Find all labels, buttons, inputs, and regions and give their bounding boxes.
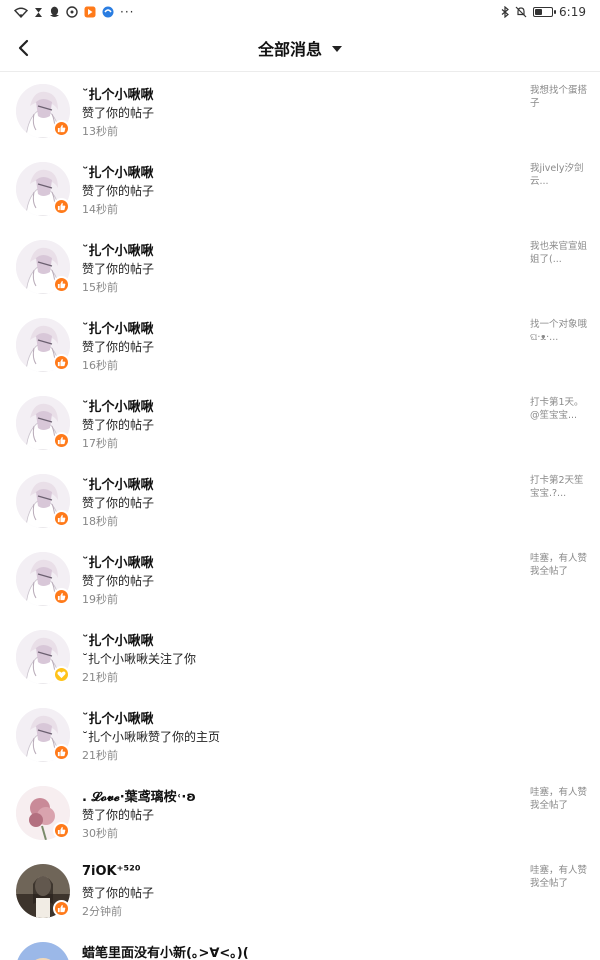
message-row[interactable]: ˘扎个小啾啾赞了你的帖子 13秒前 我想找个蛋搭子 <box>0 72 600 150</box>
user-name[interactable]: ˘扎个小啾啾 <box>82 240 154 259</box>
action-text: ˘扎个小啾啾赞了你的主页 <box>82 730 221 744</box>
user-name[interactable]: ˘扎个小啾啾 <box>82 162 154 181</box>
message-row[interactable]: 7iOK⁺⁵²⁰ 赞了你的帖子 2分钟前 哇塞，有人赞我全帖了 <box>0 852 600 930</box>
timestamp: 18秒前 <box>82 515 118 528</box>
post-preview[interactable]: 打卡第2天笙宝宝.?... <box>530 474 588 500</box>
user-name[interactable]: ˘扎个小啾啾 <box>82 630 154 649</box>
timestamp: 15秒前 <box>82 281 118 294</box>
user-name[interactable]: ˘扎个小啾啾 <box>82 552 154 571</box>
caret-down-icon <box>332 46 342 52</box>
battery-icon <box>533 7 557 17</box>
like-badge-icon <box>53 120 70 137</box>
action-text: 赞了你的帖子 <box>82 340 155 354</box>
wifi-icon <box>14 7 28 18</box>
message-row[interactable]: 蜡笔里面没有小新(｡>∀<｡)( <box>0 930 600 960</box>
message-row[interactable]: ˘扎个小啾啾赞了你的帖子 15秒前 我也来官宣姐姐了(... <box>0 228 600 306</box>
timestamp: 2分钟前 <box>82 905 122 918</box>
title-dropdown[interactable]: 全部消息 <box>0 24 600 72</box>
message-icon <box>66 6 78 18</box>
timestamp: 21秒前 <box>82 671 118 684</box>
follow-badge-icon <box>53 666 70 683</box>
like-badge-icon <box>53 432 70 449</box>
message-row[interactable]: ˘扎个小啾啾赞了你的帖子 16秒前 找一个对象哦ଘ·ᴥ·... <box>0 306 600 384</box>
timestamp: 19秒前 <box>82 593 118 606</box>
message-row[interactable]: ˘扎个小啾啾赞了你的帖子 17秒前 打卡第1天。@笙宝宝... <box>0 384 600 462</box>
timestamp: 13秒前 <box>82 125 118 138</box>
message-row[interactable]: . 𝓛𝓸𝓿𝓮·葉鸢璃桉˓·ʚ 赞了你的帖子 30秒前 哇塞，有人赞我全帖了 <box>0 774 600 852</box>
like-badge-icon <box>53 822 70 839</box>
action-text: 赞了你的帖子 <box>82 106 155 120</box>
action-text: 赞了你的帖子 <box>82 184 155 198</box>
qq-icon <box>49 6 60 18</box>
hourglass-icon <box>34 7 43 18</box>
action-text: 赞了你的帖子 <box>82 418 155 432</box>
action-text: 赞了你的帖子 <box>82 886 155 900</box>
action-text: 赞了你的帖子 <box>82 574 155 588</box>
user-name[interactable]: ˘扎个小啾啾 <box>82 474 154 493</box>
message-row[interactable]: ˘扎个小啾啾 ˘扎个小啾啾关注了你 21秒前 <box>0 618 600 696</box>
user-name[interactable]: . 𝓛𝓸𝓿𝓮·葉鸢璃桉˓·ʚ <box>82 786 196 805</box>
action-text: 赞了你的帖子 <box>82 262 155 276</box>
page-title: 全部消息 <box>257 40 322 59</box>
message-row[interactable]: ˘扎个小啾啾赞了你的帖子 18秒前 打卡第2天笙宝宝.?... <box>0 462 600 540</box>
overflow-dots: ··· <box>120 5 135 19</box>
status-bar: ··· 6:19 <box>0 0 600 24</box>
like-badge-icon <box>53 354 70 371</box>
post-preview[interactable]: 我jively汐剑云... <box>530 162 588 188</box>
action-text: ˘扎个小啾啾关注了你 <box>82 652 197 666</box>
post-preview[interactable]: 哇塞，有人赞我全帖了 <box>530 864 588 890</box>
message-list: ˘扎个小啾啾 赞了你的帖子 13秒前 我想找个蛋搭子 ˘扎个小啾啾 赞了你的帖子 14秒前我… <box>0 72 600 960</box>
status-time: 6:19 <box>559 5 586 19</box>
timestamp: 17秒前 <box>82 437 118 450</box>
user-name[interactable]: 7iOK⁺⁵²⁰ <box>82 864 141 879</box>
user-name[interactable]: ˘扎个小啾啾 <box>82 84 154 103</box>
timestamp: 14秒前 <box>82 203 118 216</box>
post-preview[interactable]: 找一个对象哦ଘ·ᴥ·... <box>530 318 588 344</box>
post-preview[interactable]: 哇塞，有人赞我全帖了 <box>530 552 588 578</box>
like-badge-icon <box>53 900 70 917</box>
user-name[interactable]: ˘扎个小啾啾 <box>82 318 154 337</box>
header: 全部消息 <box>0 24 600 72</box>
action-text: 赞了你的帖子 <box>82 496 155 510</box>
avatar[interactable] <box>16 942 70 960</box>
bluetooth-icon <box>501 6 509 18</box>
timestamp: 16秒前 <box>82 359 118 372</box>
like-badge-icon <box>53 510 70 527</box>
app-blue-icon <box>102 6 114 18</box>
post-preview[interactable]: 哇塞，有人赞我全帖了 <box>530 786 588 812</box>
message-row[interactable]: ˘扎个小啾啾赞了你的帖子 14秒前 我jively汐剑云... <box>0 150 600 228</box>
action-text: 赞了你的帖子 <box>82 808 155 822</box>
like-badge-icon <box>53 588 70 605</box>
status-bar-right: 6:19 <box>501 5 586 19</box>
post-preview[interactable]: 我想找个蛋搭子 <box>530 84 588 110</box>
user-name[interactable]: ˘扎个小啾啾 <box>82 396 154 415</box>
message-row[interactable]: ˘扎个小啾啾赞了你的帖子 19秒前 哇塞，有人赞我全帖了 <box>0 540 600 618</box>
status-bar-left: ··· <box>14 5 134 19</box>
user-name[interactable]: 蜡笔里面没有小新(｡>∀<｡)( <box>82 942 249 960</box>
user-name[interactable]: ˘扎个小啾啾 <box>82 708 154 727</box>
timestamp: 21秒前 <box>82 749 118 762</box>
message-row[interactable]: ˘扎个小啾啾 ˘扎个小啾啾赞了你的主页 21秒前 <box>0 696 600 774</box>
like-badge-icon <box>53 198 70 215</box>
app-orange-icon <box>84 6 96 18</box>
post-preview[interactable]: 打卡第1天。@笙宝宝... <box>530 396 588 422</box>
like-badge-icon <box>53 276 70 293</box>
mute-bell-icon <box>515 6 527 18</box>
battery-fill <box>535 9 543 15</box>
timestamp: 30秒前 <box>82 827 118 840</box>
post-preview[interactable]: 我也来官宣姐姐了(... <box>530 240 588 266</box>
like-badge-icon <box>53 744 70 761</box>
